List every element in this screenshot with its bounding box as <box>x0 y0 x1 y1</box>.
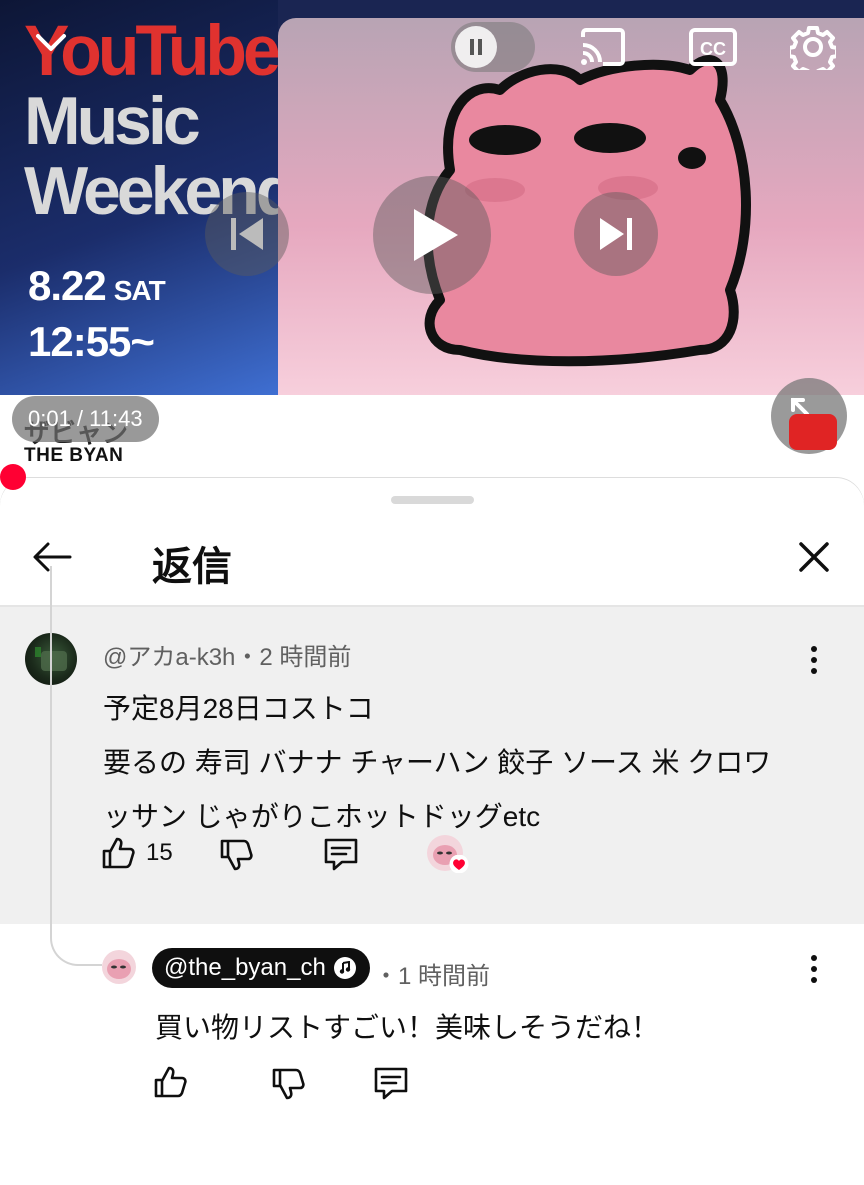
svg-text:CC: CC <box>700 39 726 59</box>
comment-text-line: 要るの 寿司 バナナ チャーハン 餃子 ソース 米 クロワ <box>103 747 772 778</box>
channel-name[interactable]: THE BYAN <box>24 445 123 467</box>
comment-icon <box>374 1067 408 1100</box>
dislike-button[interactable] <box>218 837 254 873</box>
previous-button[interactable] <box>205 192 289 276</box>
thread-connector <box>50 566 102 966</box>
play-button[interactable] <box>373 176 491 294</box>
creator-author-chip[interactable]: @the_byan_ch <box>152 948 370 988</box>
poster-title-music: Music <box>24 83 201 159</box>
comment-more-button[interactable] <box>800 643 828 677</box>
cast-button[interactable] <box>578 22 628 72</box>
thumbs-up-icon <box>102 837 135 869</box>
like-count: 15 <box>146 839 173 866</box>
like-button[interactable]: 15 <box>100 835 173 871</box>
comment-icon <box>324 838 358 871</box>
reply-author: @the_byan_ch <box>164 954 326 981</box>
heart-icon <box>449 855 469 873</box>
poster-date-number: 8.22 <box>28 262 107 309</box>
reply-text: 買い物リストすごい！美味しそうだね！ <box>155 1012 660 1043</box>
parent-comment: @アカa-k3h・2 時間前 予定8月28日コストコ 要るの 寿司 バナナ チャ… <box>0 607 864 924</box>
settings-button[interactable] <box>788 22 838 72</box>
thumbs-down-icon <box>272 1068 305 1100</box>
thumbs-up-icon <box>154 1066 187 1098</box>
poster-day: SAT <box>113 275 166 306</box>
comment-author-meta: @アカa-k3h・2 時間前 <box>103 644 352 671</box>
progress-scrubber[interactable] <box>0 464 26 490</box>
replies-sheet: 返信 @アカa-k3h・2 時間前 予定8月28日コストコ 要るの 寿司 バナナ… <box>0 478 864 1185</box>
minimize-button[interactable] <box>28 20 74 66</box>
sheet-title: 返信 <box>152 545 232 589</box>
play-icon <box>414 209 458 261</box>
reply-button[interactable] <box>322 835 360 873</box>
poster-time: 12:55~ <box>28 318 155 365</box>
next-icon <box>600 218 632 250</box>
reply-more-button[interactable] <box>800 952 828 986</box>
sheet-drag-handle[interactable] <box>391 496 474 504</box>
comment-text-line: ッサン じゃがりこホットドッグetc <box>103 801 541 832</box>
autoplay-toggle[interactable] <box>451 22 535 72</box>
avatar[interactable] <box>102 950 136 984</box>
captions-button[interactable]: CC <box>688 22 738 72</box>
video-timestamp: 0:01 / 11:43 <box>12 396 159 442</box>
music-note-icon <box>333 957 356 979</box>
close-icon <box>799 542 829 572</box>
cc-icon: CC <box>689 28 737 66</box>
previous-icon <box>231 218 263 250</box>
reply-reply-button[interactable] <box>372 1064 410 1102</box>
thumbs-down-icon <box>220 839 253 871</box>
gear-icon <box>790 26 836 70</box>
close-button[interactable] <box>790 533 838 581</box>
reply-dislike-button[interactable] <box>270 1066 306 1102</box>
reply-comment: @the_byan_ch ・1 時間前 買い物リストすごい！美味しそうだね！ <box>0 924 864 1185</box>
poster-date: 8.22 SAT <box>28 262 166 310</box>
cast-icon <box>581 28 625 66</box>
comment-text-line: 予定8月28日コストコ <box>103 693 374 724</box>
youtube-logo-badge <box>789 414 837 450</box>
reply-like-button[interactable] <box>152 1064 188 1100</box>
chevron-down-icon <box>36 34 66 51</box>
pause-icon <box>455 26 497 68</box>
video-player[interactable]: YouTube Music Weekend 8.22 SAT 12:55~ CC <box>0 0 864 395</box>
next-button[interactable] <box>574 192 658 276</box>
reply-meta: ・1 時間前 <box>374 963 491 990</box>
